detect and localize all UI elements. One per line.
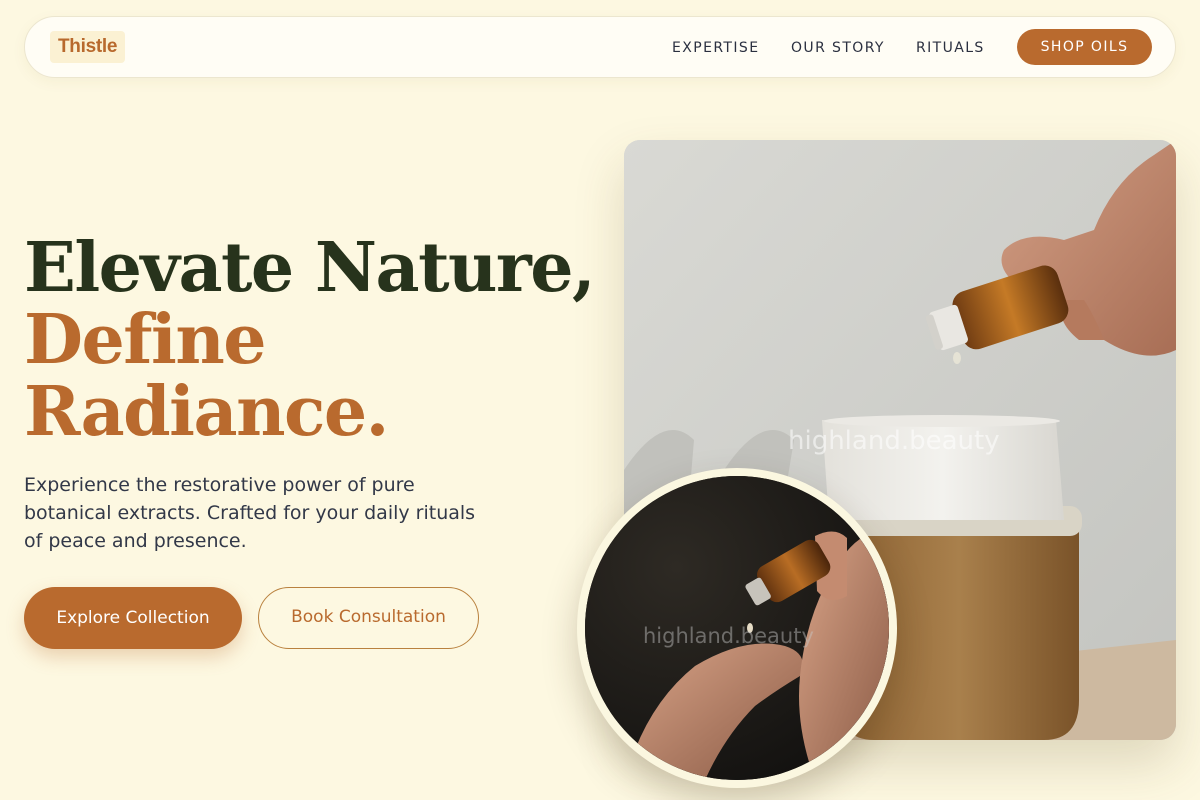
top-navigation: Thistle EXPERTISE OUR STORY RITUALS SHOP… [24, 16, 1176, 78]
explore-collection-button[interactable]: Explore Collection [24, 587, 242, 649]
circle-image-watermark: highland.beauty [643, 624, 814, 648]
hero-description: Experience the restorative power of pure… [24, 474, 476, 552]
nav-link-rituals[interactable]: RITUALS [916, 39, 985, 57]
main-image-watermark: highland.beauty [788, 426, 1000, 456]
nav-link-our-story[interactable]: OUR STORY [791, 39, 885, 57]
headline-line-1: Elevate Nature, [24, 228, 596, 308]
nav-link-expertise[interactable]: EXPERTISE [672, 39, 759, 57]
book-consultation-button[interactable]: Book Consultation [258, 587, 479, 649]
brand-logo[interactable]: Thistle [50, 31, 126, 63]
shop-oils-button[interactable]: SHOP OILS [1017, 29, 1152, 65]
hero-circle-image: highland.beauty [577, 468, 897, 788]
headline-line-2: Define [24, 300, 267, 380]
hero-headline: Elevate Nature, Define Radiance. [24, 228, 596, 452]
circle-image-frame: highland.beauty [585, 476, 889, 780]
headline-line-3: Radiance. [24, 372, 389, 452]
